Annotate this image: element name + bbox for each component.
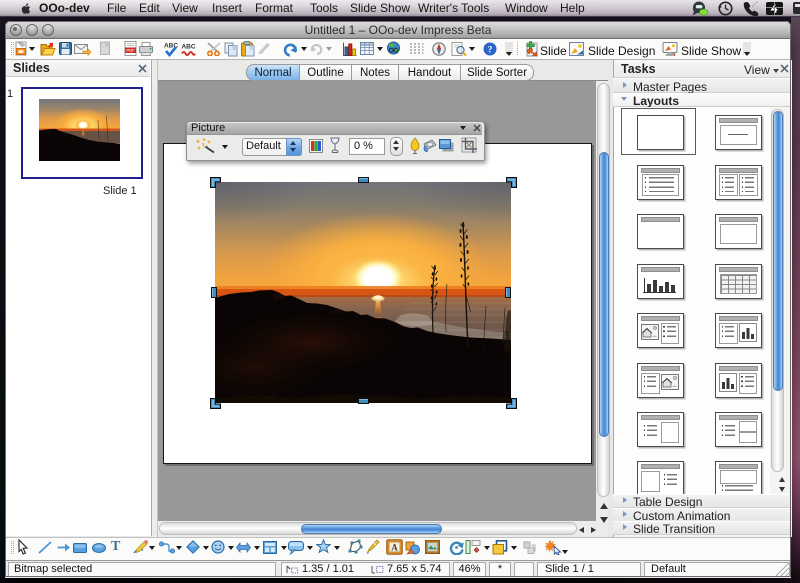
svg-text:PDF: PDF <box>126 48 135 53</box>
svg-text:?: ? <box>488 45 493 55</box>
svg-text:A: A <box>391 543 398 553</box>
svg-text:ABC: ABC <box>181 44 195 51</box>
